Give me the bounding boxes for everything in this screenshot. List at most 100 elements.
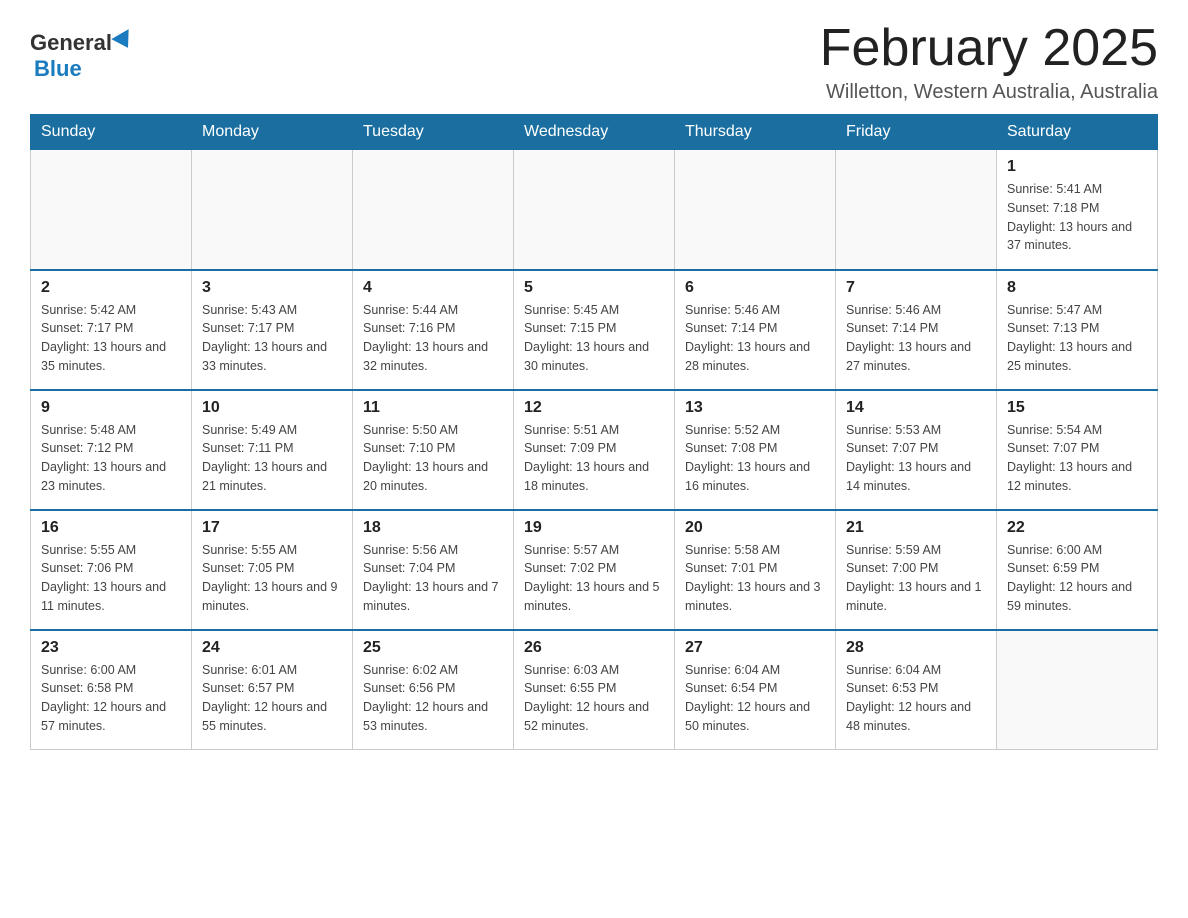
- calendar-week-row: 2Sunrise: 5:42 AMSunset: 7:17 PMDaylight…: [31, 270, 1158, 390]
- day-number: 21: [846, 519, 986, 537]
- day-info: Sunrise: 6:04 AMSunset: 6:53 PMDaylight:…: [846, 661, 986, 736]
- logo: General Blue: [30, 20, 134, 82]
- day-info: Sunrise: 5:57 AMSunset: 7:02 PMDaylight:…: [524, 541, 664, 616]
- day-info: Sunrise: 5:58 AMSunset: 7:01 PMDaylight:…: [685, 541, 825, 616]
- table-row: [836, 150, 997, 270]
- day-number: 18: [363, 519, 503, 537]
- day-number: 22: [1007, 519, 1147, 537]
- day-info: Sunrise: 5:45 AMSunset: 7:15 PMDaylight:…: [524, 301, 664, 376]
- header-sunday: Sunday: [31, 115, 192, 150]
- table-row: [675, 150, 836, 270]
- header-wednesday: Wednesday: [514, 115, 675, 150]
- day-number: 23: [41, 639, 181, 657]
- day-number: 3: [202, 279, 342, 297]
- table-row: 11Sunrise: 5:50 AMSunset: 7:10 PMDayligh…: [353, 390, 514, 510]
- table-row: 27 Sunrise: 6:04 AMSunset: 6:54 PMDayligh…: [675, 630, 836, 750]
- day-number: 28: [846, 639, 986, 657]
- table-row: 22 Sunrise: 6:00 AMSunset: 6:59 PMDayligh…: [997, 510, 1158, 630]
- day-info: Sunrise: 6:00 AMSunset: 6:58 PMDaylight:…: [41, 661, 181, 736]
- day-number: 24: [202, 639, 342, 657]
- day-info: Sunrise: 6:01 AMSunset: 6:57 PMDaylight:…: [202, 661, 342, 736]
- table-row: 5 Sunrise: 5:45 AMSunset: 7:15 PMDaylight…: [514, 270, 675, 390]
- day-info: Sunrise: 5:41 AMSunset: 7:18 PMDaylight:…: [1007, 180, 1147, 255]
- day-number: 16: [41, 519, 181, 537]
- table-row: 8 Sunrise: 5:47 AMSunset: 7:13 PMDaylight…: [997, 270, 1158, 390]
- table-row: 16 Sunrise: 5:55 AMSunset: 7:06 PMDayligh…: [31, 510, 192, 630]
- day-info: Sunrise: 5:56 AMSunset: 7:04 PMDaylight:…: [363, 541, 503, 616]
- day-info: Sunrise: 5:44 AMSunset: 7:16 PMDaylight:…: [363, 301, 503, 376]
- day-info: Sunrise: 5:55 AMSunset: 7:05 PMDaylight:…: [202, 541, 342, 616]
- day-number: 12: [524, 399, 664, 417]
- day-number: 5: [524, 279, 664, 297]
- day-info: Sunrise: 5:46 AMSunset: 7:14 PMDaylight:…: [685, 301, 825, 376]
- day-number: 13: [685, 399, 825, 417]
- day-number: 15: [1007, 399, 1147, 417]
- calendar-header-row: Sunday Monday Tuesday Wednesday Thursday…: [31, 115, 1158, 150]
- table-row: 24 Sunrise: 6:01 AMSunset: 6:57 PMDayligh…: [192, 630, 353, 750]
- day-info: Sunrise: 5:54 AMSunset: 7:07 PMDaylight:…: [1007, 421, 1147, 496]
- day-number: 1: [1007, 158, 1147, 176]
- logo-general-text: General: [30, 30, 112, 56]
- table-row: 18 Sunrise: 5:56 AMSunset: 7:04 PMDayligh…: [353, 510, 514, 630]
- day-number: 6: [685, 279, 825, 297]
- header-monday: Monday: [192, 115, 353, 150]
- table-row: 6 Sunrise: 5:46 AMSunset: 7:14 PMDaylight…: [675, 270, 836, 390]
- table-row: [514, 150, 675, 270]
- table-row: 19 Sunrise: 5:57 AMSunset: 7:02 PMDayligh…: [514, 510, 675, 630]
- day-info: Sunrise: 5:42 AMSunset: 7:17 PMDaylight:…: [41, 301, 181, 376]
- day-info: Sunrise: 5:53 AMSunset: 7:07 PMDaylight:…: [846, 421, 986, 496]
- day-number: 25: [363, 639, 503, 657]
- day-number: 19: [524, 519, 664, 537]
- header-thursday: Thursday: [675, 115, 836, 150]
- table-row: 2Sunrise: 5:42 AMSunset: 7:17 PMDaylight…: [31, 270, 192, 390]
- day-info: Sunrise: 6:02 AMSunset: 6:56 PMDaylight:…: [363, 661, 503, 736]
- day-number: 8: [1007, 279, 1147, 297]
- day-number: 10: [202, 399, 342, 417]
- day-info: Sunrise: 5:47 AMSunset: 7:13 PMDaylight:…: [1007, 301, 1147, 376]
- table-row: 15 Sunrise: 5:54 AMSunset: 7:07 PMDayligh…: [997, 390, 1158, 510]
- day-number: 17: [202, 519, 342, 537]
- day-info: Sunrise: 5:48 AMSunset: 7:12 PMDaylight:…: [41, 421, 181, 496]
- table-row: 12 Sunrise: 5:51 AMSunset: 7:09 PMDayligh…: [514, 390, 675, 510]
- day-number: 20: [685, 519, 825, 537]
- calendar-week-row: 1 Sunrise: 5:41 AMSunset: 7:18 PMDaylight…: [31, 150, 1158, 270]
- day-info: Sunrise: 5:43 AMSunset: 7:17 PMDaylight:…: [202, 301, 342, 376]
- page-header: General Blue February 2025 Willetton, We…: [30, 20, 1158, 104]
- calendar-table: Sunday Monday Tuesday Wednesday Thursday…: [30, 114, 1158, 750]
- table-row: 25 Sunrise: 6:02 AMSunset: 6:56 PMDayligh…: [353, 630, 514, 750]
- table-row: [192, 150, 353, 270]
- day-number: 9: [41, 399, 181, 417]
- table-row: 28 Sunrise: 6:04 AMSunset: 6:53 PMDayligh…: [836, 630, 997, 750]
- day-number: 11: [363, 399, 503, 417]
- table-row: [31, 150, 192, 270]
- title-section: February 2025 Willetton, Western Austral…: [820, 20, 1158, 104]
- day-info: Sunrise: 5:55 AMSunset: 7:06 PMDaylight:…: [41, 541, 181, 616]
- table-row: 13Sunrise: 5:52 AMSunset: 7:08 PMDayligh…: [675, 390, 836, 510]
- table-row: 17 Sunrise: 5:55 AMSunset: 7:05 PMDayligh…: [192, 510, 353, 630]
- day-number: 27: [685, 639, 825, 657]
- day-info: Sunrise: 5:46 AMSunset: 7:14 PMDaylight:…: [846, 301, 986, 376]
- day-info: Sunrise: 5:49 AMSunset: 7:11 PMDaylight:…: [202, 421, 342, 496]
- table-row: 1 Sunrise: 5:41 AMSunset: 7:18 PMDaylight…: [997, 150, 1158, 270]
- table-row: 23 Sunrise: 6:00 AMSunset: 6:58 PMDayligh…: [31, 630, 192, 750]
- month-title: February 2025: [820, 20, 1158, 77]
- logo-triangle-icon: [111, 29, 136, 53]
- day-number: 7: [846, 279, 986, 297]
- day-number: 14: [846, 399, 986, 417]
- table-row: [997, 630, 1158, 750]
- logo-blue-text: Blue: [34, 56, 82, 81]
- header-friday: Friday: [836, 115, 997, 150]
- table-row: [353, 150, 514, 270]
- location-subtitle: Willetton, Western Australia, Australia: [820, 81, 1158, 104]
- day-info: Sunrise: 5:51 AMSunset: 7:09 PMDaylight:…: [524, 421, 664, 496]
- table-row: 26Sunrise: 6:03 AMSunset: 6:55 PMDayligh…: [514, 630, 675, 750]
- table-row: 7 Sunrise: 5:46 AMSunset: 7:14 PMDaylight…: [836, 270, 997, 390]
- day-info: Sunrise: 6:04 AMSunset: 6:54 PMDaylight:…: [685, 661, 825, 736]
- day-info: Sunrise: 5:59 AMSunset: 7:00 PMDaylight:…: [846, 541, 986, 616]
- day-number: 4: [363, 279, 503, 297]
- calendar-week-row: 9 Sunrise: 5:48 AMSunset: 7:12 PMDaylight…: [31, 390, 1158, 510]
- table-row: 9 Sunrise: 5:48 AMSunset: 7:12 PMDaylight…: [31, 390, 192, 510]
- calendar-week-row: 16 Sunrise: 5:55 AMSunset: 7:06 PMDayligh…: [31, 510, 1158, 630]
- day-info: Sunrise: 6:00 AMSunset: 6:59 PMDaylight:…: [1007, 541, 1147, 616]
- table-row: 14 Sunrise: 5:53 AMSunset: 7:07 PMDayligh…: [836, 390, 997, 510]
